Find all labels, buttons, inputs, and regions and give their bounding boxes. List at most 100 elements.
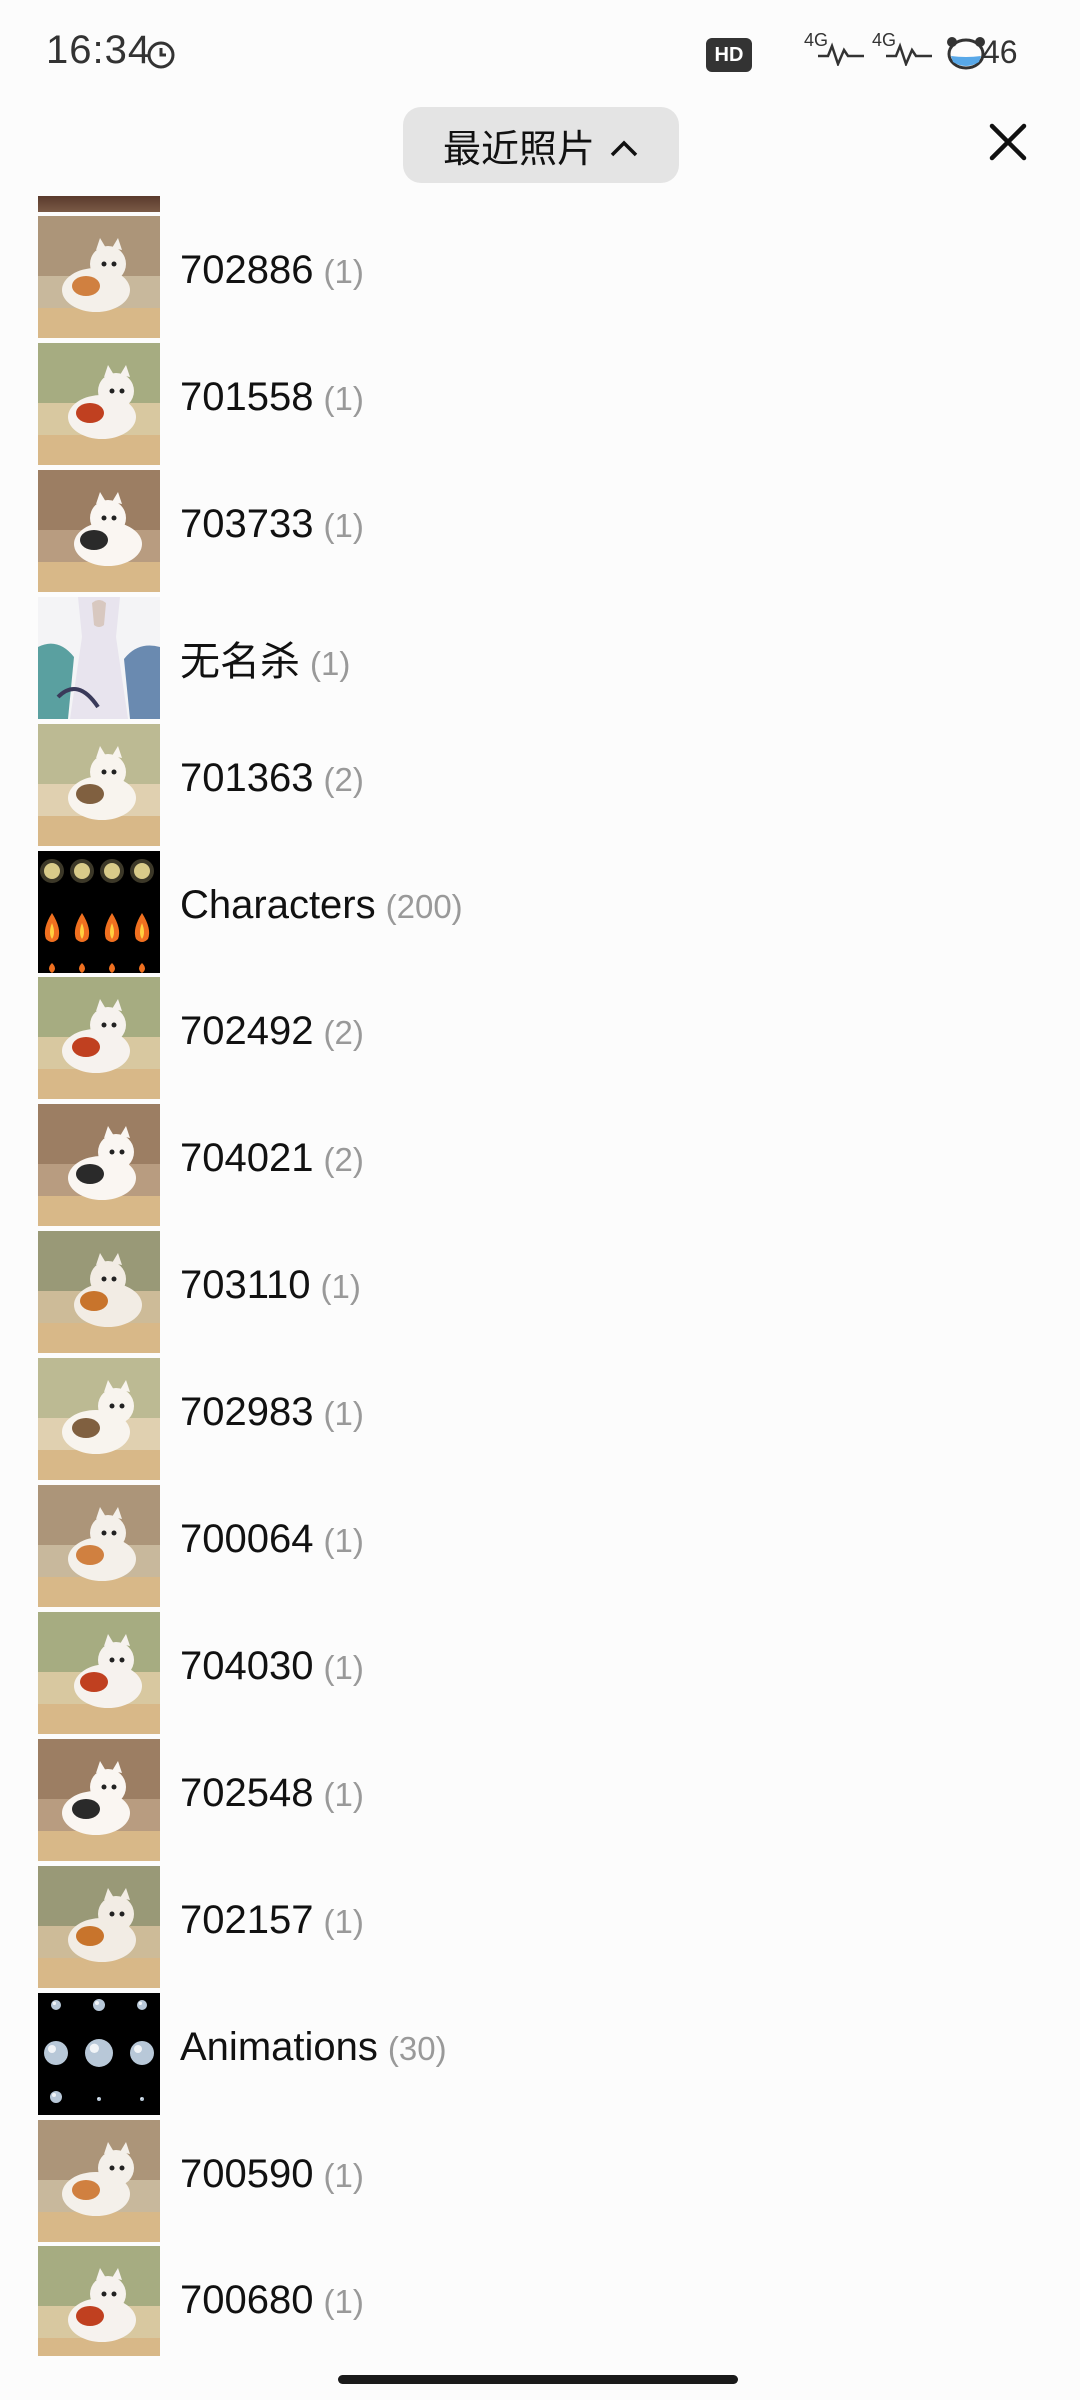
close-button[interactable] <box>978 112 1038 172</box>
album-name: 702886 (1) <box>180 248 364 293</box>
album-name-label: 700064 <box>180 1517 314 1561</box>
album-name-label: 704030 <box>180 1643 314 1688</box>
album-thumbnail <box>38 216 160 338</box>
album-name: 701363 (2) <box>180 756 364 801</box>
signal-4g-icon-1: 4G <box>804 30 868 74</box>
album-name: 700590 (1) <box>180 2152 364 2197</box>
album-name: 703733 (1) <box>180 502 364 547</box>
signal-4g-icon-2: 4G <box>872 30 936 74</box>
album-count: (2) <box>323 1141 364 1179</box>
album-count: (1) <box>323 506 364 544</box>
album-name-label: 701363 <box>180 755 314 800</box>
album-name-label: 702548 <box>180 1770 314 1815</box>
album-name-label: 700590 <box>180 2151 314 2196</box>
album-count: (1) <box>323 253 364 290</box>
alarm-clock-icon <box>146 40 176 70</box>
home-indicator[interactable] <box>338 2375 738 2384</box>
album-thumbnail <box>38 2246 160 2356</box>
album-row[interactable]: 704030 (1) <box>0 1610 1080 1736</box>
album-count: (1) <box>323 1648 364 1686</box>
album-count: (1) <box>323 2156 364 2194</box>
status-time: 16:34 <box>46 28 152 72</box>
album-name: 704021 (2) <box>180 1136 364 1181</box>
album-row[interactable]: 702983 (1) <box>0 1356 1080 1482</box>
album-name-label: 无名杀 <box>180 639 300 684</box>
album-name-label: 702157 <box>180 1897 314 1942</box>
album-count: (1) <box>323 1775 364 1813</box>
album-thumbnail <box>38 1358 160 1481</box>
album-count: (1) <box>323 1902 364 1940</box>
album-name: 700680 (1) <box>180 2278 364 2323</box>
album-thumbnail <box>38 1611 160 1734</box>
album-thumbnail <box>38 596 160 719</box>
album-name-label: 700680 <box>180 2278 314 2323</box>
album-thumbnail <box>38 1865 160 1988</box>
album-name: 无名杀 (1) <box>180 629 350 687</box>
album-name: 702983 (1) <box>180 1390 364 1435</box>
album-row[interactable]: Animations (30) <box>0 1991 1080 2117</box>
album-thumbnail <box>38 2119 160 2242</box>
album-name-label: 702492 <box>180 1009 314 1054</box>
album-name: 702492 (2) <box>180 1009 364 1054</box>
album-picker-label: 最近照片 <box>442 126 595 171</box>
album-name-label: 703110 <box>180 1263 311 1308</box>
album-name: Animations (30) <box>180 2025 447 2070</box>
album-count: (1) <box>323 379 364 417</box>
album-count: (1) <box>320 1268 361 1306</box>
album-row[interactable]: Characters (200) <box>0 849 1080 975</box>
album-row[interactable]: 702157 (1) <box>0 1864 1080 1990</box>
album-count: (200) <box>385 887 463 925</box>
album-row[interactable]: 700064 (1) <box>0 1483 1080 1609</box>
album-count: (2) <box>323 1014 364 1052</box>
album-thumbnail <box>38 1231 160 1354</box>
album-thumbnail <box>38 977 160 1100</box>
album-row[interactable]: 704021 (2) <box>0 1102 1080 1228</box>
album-row[interactable]: 701363 (2) <box>0 722 1080 848</box>
album-list[interactable]: 702886 (1) 701558 (1) 703733 (1) 无名杀 (1) 7013… <box>0 196 1080 2356</box>
album-name-label: Animations <box>180 2024 378 2069</box>
hd-voice-icon: HD <box>706 38 752 72</box>
album-row[interactable]: 700590 (1) <box>0 2118 1080 2244</box>
battery-icon <box>946 34 986 70</box>
album-thumbnail <box>38 850 160 973</box>
album-thumbnail <box>38 1738 160 1861</box>
album-name: 704030 (1) <box>180 1644 364 1689</box>
album-thumbnail-partial <box>38 196 160 212</box>
album-picker-button[interactable]: 最近照片 <box>403 107 679 183</box>
album-name: 703110 (1) <box>180 1263 361 1308</box>
album-name-label: 702886 <box>180 248 314 292</box>
album-name-label: 703733 <box>180 501 314 546</box>
album-count: (2) <box>323 760 364 798</box>
battery-level: 46 <box>982 34 1018 70</box>
album-thumbnail <box>38 1485 160 1607</box>
album-count: (1) <box>310 644 351 682</box>
album-thumbnail <box>38 1104 160 1227</box>
album-thumbnail <box>38 723 160 846</box>
album-row[interactable]: 702886 (1) <box>0 214 1080 340</box>
album-name: 700064 (1) <box>180 1517 364 1562</box>
close-icon <box>978 123 1038 176</box>
album-name: 702548 (1) <box>180 1771 364 1816</box>
album-row[interactable]: 702548 (1) <box>0 1737 1080 1863</box>
album-name-label: 702983 <box>180 1390 314 1435</box>
album-name-label: 701558 <box>180 374 314 419</box>
album-thumbnail <box>38 1992 160 2115</box>
album-thumbnail <box>38 342 160 465</box>
album-count: (1) <box>323 1395 364 1433</box>
album-row[interactable]: 700680 (1) <box>0 2244 1080 2356</box>
album-row[interactable]: 703733 (1) <box>0 468 1080 594</box>
album-name-label: 704021 <box>180 1136 314 1181</box>
album-name: 702157 (1) <box>180 1898 364 1943</box>
album-name-label: Characters <box>180 882 376 927</box>
album-count: (1) <box>323 1522 364 1559</box>
album-row[interactable]: 702492 (2) <box>0 975 1080 1101</box>
album-row[interactable]: 无名杀 (1) <box>0 595 1080 721</box>
album-name: 701558 (1) <box>180 375 364 420</box>
album-name: Characters (200) <box>180 883 463 928</box>
album-count: (30) <box>387 2029 447 2067</box>
album-row[interactable]: 703110 (1) <box>0 1229 1080 1355</box>
status-bar: 16:34 HD 4G 4G 46 <box>0 0 1080 100</box>
chevron-up-icon <box>609 123 639 167</box>
album-row[interactable]: 701558 (1) <box>0 341 1080 467</box>
album-count: (1) <box>323 2283 364 2321</box>
